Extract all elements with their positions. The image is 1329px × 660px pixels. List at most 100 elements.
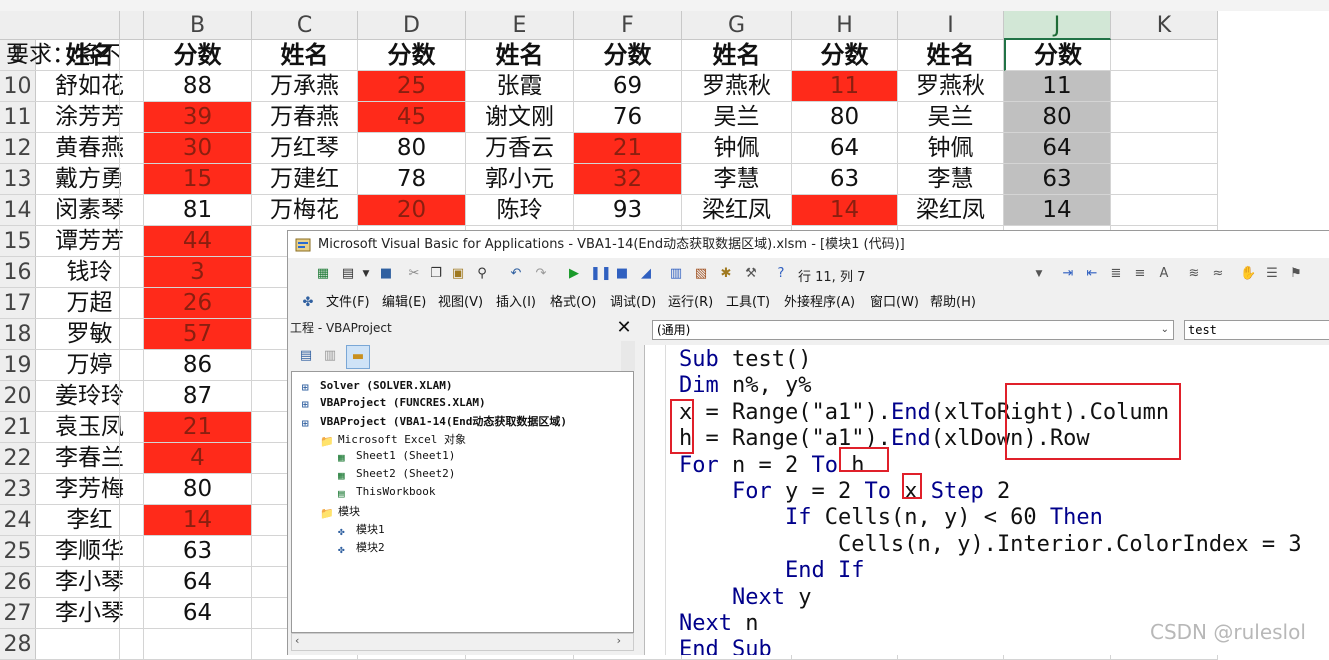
cell-g1[interactable]: 姓名: [682, 40, 792, 71]
cell-b14[interactable]: 81: [144, 195, 252, 226]
complete-word-icon[interactable]: A: [1156, 266, 1172, 282]
cell-note[interactable]: [0, 598, 120, 629]
cell-b10[interactable]: 88: [144, 71, 252, 102]
copy-icon[interactable]: ❐: [428, 266, 444, 282]
cell-h11[interactable]: 80: [792, 102, 898, 133]
scroll-right-icon[interactable]: ›: [617, 634, 621, 647]
redo-icon[interactable]: ↷: [533, 266, 549, 282]
quick-info-icon[interactable]: ≋: [1186, 266, 1202, 282]
cell-note[interactable]: [0, 288, 120, 319]
cell-g14[interactable]: 梁红凤: [682, 195, 792, 226]
menu-run[interactable]: 运行(R): [668, 289, 713, 317]
tree-node[interactable]: ⊞ VBAProject (VBA1-14(End动态获取数据区域): [302, 413, 567, 430]
toolbox-icon[interactable]: ⚒: [743, 266, 759, 282]
cell-g12[interactable]: 钟佩: [682, 133, 792, 164]
cell-f10[interactable]: 69: [574, 71, 682, 102]
cell-h13[interactable]: 63: [792, 164, 898, 195]
cell-f14[interactable]: 93: [574, 195, 682, 226]
cell-e10[interactable]: 张霞: [466, 71, 574, 102]
cell-i11[interactable]: 吴兰: [898, 102, 1004, 133]
cell-h1[interactable]: 分数: [792, 40, 898, 71]
menu-help[interactable]: 帮助(H): [930, 289, 976, 317]
column-header-b[interactable]: B: [144, 11, 252, 40]
cell-b18[interactable]: 57: [144, 319, 252, 350]
cell-k10[interactable]: [1111, 71, 1218, 102]
cell-e1[interactable]: 姓名: [466, 40, 574, 71]
tree-node[interactable]: ⊞ VBAProject (FUNCRES.XLAM): [302, 396, 486, 411]
cell-k1[interactable]: [1111, 40, 1218, 71]
cell-j12[interactable]: 64: [1004, 133, 1111, 164]
cell-note[interactable]: [0, 195, 120, 226]
outdent-icon[interactable]: ⇤: [1084, 266, 1100, 282]
column-header-k[interactable]: K: [1111, 11, 1218, 40]
object-dropdown[interactable]: (通用) ⌄: [652, 320, 1174, 340]
list-constants-icon[interactable]: ☰: [1264, 266, 1280, 282]
cell-c1[interactable]: 姓名: [252, 40, 358, 71]
break-icon[interactable]: ❚❚: [590, 266, 612, 282]
cell-c12[interactable]: 万红琴: [252, 133, 358, 164]
design-mode-icon[interactable]: ◢: [638, 266, 654, 282]
cell-c10[interactable]: 万承燕: [252, 71, 358, 102]
parameter-info-icon[interactable]: ≈: [1210, 266, 1226, 282]
comment-block-icon[interactable]: ≡: [1132, 266, 1148, 282]
column-header-f[interactable]: F: [574, 11, 682, 40]
column-header-i[interactable]: I: [898, 11, 1004, 40]
tree-node[interactable]: ▤ ThisWorkbook: [338, 485, 435, 500]
cell-b12[interactable]: 30: [144, 133, 252, 164]
cell-b19[interactable]: 86: [144, 350, 252, 381]
tree-node[interactable]: 📁 Microsoft Excel 对象: [320, 431, 466, 448]
cell-j10[interactable]: 11: [1004, 71, 1111, 102]
cell-k14[interactable]: [1111, 195, 1218, 226]
cell-c14[interactable]: 万梅花: [252, 195, 358, 226]
cell-g11[interactable]: 吴兰: [682, 102, 792, 133]
cell-k13[interactable]: [1111, 164, 1218, 195]
view-object-icon[interactable]: ▥: [322, 348, 338, 364]
column-header-c[interactable]: C: [252, 11, 358, 40]
cell-note[interactable]: 要求：将不: [0, 40, 120, 71]
tree-node[interactable]: 📁 模块: [320, 503, 360, 520]
cell-note[interactable]: [0, 567, 120, 598]
menu-tools[interactable]: 工具(T): [726, 289, 770, 317]
cell-b25[interactable]: 63: [144, 536, 252, 567]
menu-window[interactable]: 窗口(W): [870, 289, 919, 317]
cell-b27[interactable]: 64: [144, 598, 252, 629]
find-icon[interactable]: ⚲: [474, 266, 490, 282]
cell-e11[interactable]: 谢文刚: [466, 102, 574, 133]
save-icon[interactable]: ■: [378, 266, 394, 282]
tree-node[interactable]: ⊞ Solver (SOLVER.XLAM): [302, 379, 452, 394]
help-icon[interactable]: ?: [773, 266, 789, 282]
hand-icon[interactable]: ✋: [1240, 266, 1256, 282]
indent-icon[interactable]: ⇥: [1060, 266, 1076, 282]
cell-note[interactable]: [0, 226, 120, 257]
toolbar-overflow-icon[interactable]: ▼: [1031, 266, 1047, 282]
cell-j11[interactable]: 80: [1004, 102, 1111, 133]
column-header-next[interactable]: [0, 11, 120, 40]
cell-note[interactable]: [0, 505, 120, 536]
view-code-icon[interactable]: ▤: [298, 348, 314, 364]
cell-h12[interactable]: 64: [792, 133, 898, 164]
cell-note[interactable]: [0, 350, 120, 381]
menu-insert[interactable]: 插入(I): [496, 289, 536, 317]
column-header-g[interactable]: G: [682, 11, 792, 40]
cell-b20[interactable]: 87: [144, 381, 252, 412]
cell-note[interactable]: [0, 412, 120, 443]
cell-b15[interactable]: 44: [144, 226, 252, 257]
column-header-d[interactable]: D: [358, 11, 466, 40]
cell-h10[interactable]: 11: [792, 71, 898, 102]
bookmark-icon[interactable]: ⚑: [1288, 266, 1304, 282]
insert-userform-icon[interactable]: ▤: [340, 266, 356, 282]
excel-view-icon[interactable]: ▦: [315, 266, 331, 282]
undo-icon[interactable]: ↶: [508, 266, 524, 282]
cell-i13[interactable]: 李慧: [898, 164, 1004, 195]
run-icon[interactable]: ▶: [566, 266, 582, 282]
code-editor[interactable]: Sub test() Dim n%, y% x = Range("a1").End(…: [644, 345, 1329, 655]
menu-file[interactable]: 文件(F): [326, 289, 370, 317]
cell-note[interactable]: [0, 133, 120, 164]
properties-icon[interactable]: ▧: [693, 266, 709, 282]
cell-note[interactable]: [0, 629, 120, 660]
cell-j13[interactable]: 63: [1004, 164, 1111, 195]
procedure-dropdown[interactable]: test: [1184, 320, 1329, 340]
project-explorer-icon[interactable]: ▥: [668, 266, 684, 282]
cell-note[interactable]: [0, 102, 120, 133]
tree-node[interactable]: ▦ Sheet2 (Sheet2): [338, 467, 455, 482]
